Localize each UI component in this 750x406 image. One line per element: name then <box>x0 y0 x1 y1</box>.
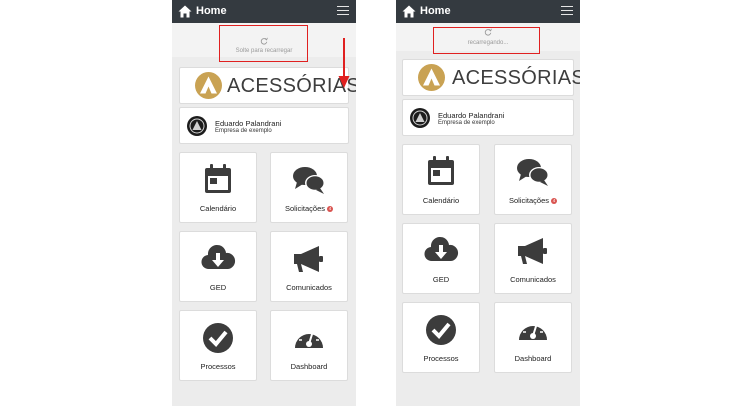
avatar-logo-icon <box>189 118 205 134</box>
tile-label: GED <box>432 275 450 284</box>
tile-solicitacoes[interactable]: Solicitações 4 <box>494 144 572 215</box>
hamburger-menu-icon[interactable] <box>561 6 573 16</box>
logo-card: ACESSÓRIAS <box>402 59 580 96</box>
tile-label: Calendário <box>199 204 237 213</box>
chat-bubbles-icon <box>293 167 325 194</box>
tile-label: Solicitações 4 <box>271 204 347 213</box>
avatar-logo-icon <box>412 110 428 126</box>
tile-solicitacoes[interactable]: Solicitações 4 <box>270 152 348 223</box>
logo-card: ACESSÓRIAS <box>179 67 356 104</box>
tile-label: Comunicados <box>510 275 556 284</box>
megaphone-icon <box>294 246 323 272</box>
user-card[interactable]: Eduardo Palandrani Empresa de exemplo <box>402 99 574 136</box>
tile-label: Dashboard <box>514 354 552 363</box>
calendar-icon <box>205 164 231 193</box>
annotation-box <box>433 27 540 54</box>
notification-badge: 4 <box>551 198 558 204</box>
user-company: Empresa de exemplo <box>215 128 272 134</box>
calendar-icon <box>428 156 454 185</box>
tile-label: Processos <box>423 354 459 363</box>
navbar-title: Home <box>420 5 451 17</box>
hamburger-menu-icon[interactable] <box>337 6 349 16</box>
home-icon[interactable] <box>402 5 416 18</box>
tile-processos[interactable]: Processos <box>402 302 480 373</box>
acessorias-logo-icon <box>195 72 222 99</box>
annotation-box <box>219 25 308 62</box>
check-circle-icon <box>203 323 233 353</box>
logo-text: ACESSÓRIAS <box>452 67 580 89</box>
tile-label: Dashboard <box>290 362 328 371</box>
megaphone-icon <box>518 238 547 264</box>
user-name: Eduardo Palandrani <box>438 111 505 120</box>
annotation-arrow-icon <box>338 38 350 88</box>
tile-label: GED <box>209 283 227 292</box>
tile-label: Comunicados <box>286 283 332 292</box>
avatar <box>410 108 430 128</box>
tile-comunicados[interactable]: Comunicados <box>494 223 572 294</box>
user-name: Eduardo Palandrani <box>215 119 282 128</box>
avatar <box>187 116 207 136</box>
cloud-download-icon <box>201 244 236 270</box>
tile-dashboard[interactable]: Dashboard <box>494 302 572 373</box>
navbar-title: Home <box>196 5 227 17</box>
tile-label: Solicitações 4 <box>495 196 571 205</box>
user-company: Empresa de exemplo <box>438 120 495 126</box>
tile-processos[interactable]: Processos <box>179 310 257 381</box>
home-icon[interactable] <box>178 5 192 18</box>
tile-comunicados[interactable]: Comunicados <box>270 231 348 302</box>
user-card[interactable]: Eduardo Palandrani Empresa de exemplo <box>179 107 349 144</box>
acessorias-logo-icon <box>418 64 445 91</box>
comparison-stage: Home Solte para recarregar ACESSÓRIAS Ed… <box>0 0 750 406</box>
tile-ged[interactable]: GED <box>402 223 480 294</box>
phone-screen-reloading: Home recarregando... ACESSÓRIAS Eduardo … <box>396 0 580 406</box>
navbar: Home <box>172 0 356 23</box>
tile-label: Calendário <box>422 196 460 205</box>
tile-label: Processos <box>200 362 236 371</box>
check-circle-icon <box>426 315 456 345</box>
navbar: Home <box>396 0 580 23</box>
tile-calendario[interactable]: Calendário <box>179 152 257 223</box>
chat-bubbles-icon <box>517 159 549 186</box>
gauge-icon <box>295 328 323 348</box>
tile-ged[interactable]: GED <box>179 231 257 302</box>
tile-dashboard[interactable]: Dashboard <box>270 310 348 381</box>
cloud-download-icon <box>424 236 459 262</box>
notification-badge: 4 <box>327 206 334 212</box>
tile-calendario[interactable]: Calendário <box>402 144 480 215</box>
tile-label-text: Solicitações <box>508 196 550 205</box>
tile-label-text: Solicitações <box>284 204 326 213</box>
gauge-icon <box>519 320 547 340</box>
